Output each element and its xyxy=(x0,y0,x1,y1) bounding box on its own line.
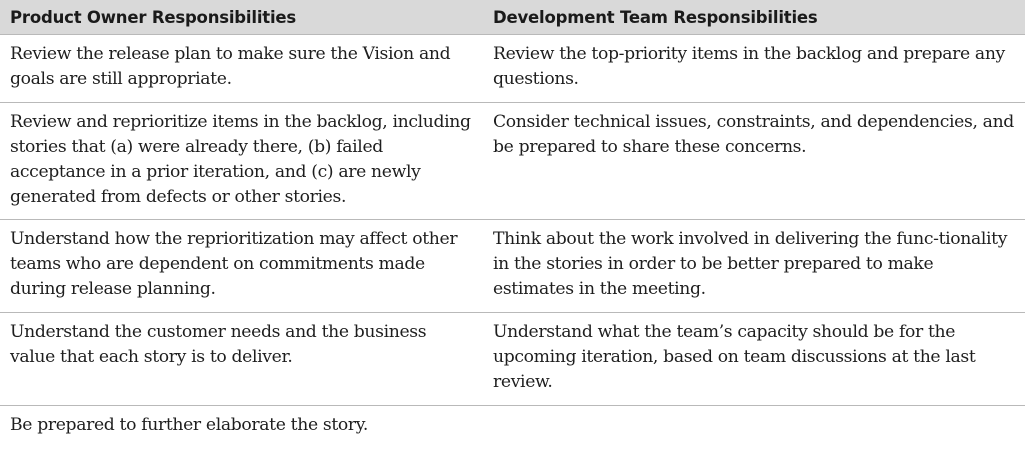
table-row: Review and reprioritize items in the bac… xyxy=(0,102,1025,220)
development-team-cell: Review the top-priority items in the bac… xyxy=(484,34,1025,103)
product-owner-cell: Review the release plan to make sure the… xyxy=(0,34,484,103)
table-row: Be prepared to further elaborate the sto… xyxy=(0,405,1025,452)
header-development-team: Development Team Responsibilities xyxy=(484,0,1025,35)
responsibilities-table: Product Owner Responsibilities Developme… xyxy=(0,0,1025,452)
product-owner-cell: Understand the customer needs and the bu… xyxy=(0,312,484,406)
table-row: Review the release plan to make sure the… xyxy=(0,34,1025,103)
table-row: Understand the customer needs and the bu… xyxy=(0,312,1025,406)
development-team-cell: Think about the work involved in deliver… xyxy=(484,219,1025,313)
product-owner-cell: Be prepared to further elaborate the sto… xyxy=(0,405,484,452)
header-row: Product Owner Responsibilities Developme… xyxy=(0,0,1025,35)
table-row: Understand how the reprioritization may … xyxy=(0,219,1025,313)
product-owner-cell: Understand how the reprioritization may … xyxy=(0,219,484,313)
development-team-cell: Consider technical issues, constraints, … xyxy=(484,102,1025,220)
table-header: Product Owner Responsibilities Developme… xyxy=(0,0,1025,35)
development-team-cell: Understand what the team’s capacity shou… xyxy=(484,312,1025,406)
development-team-cell xyxy=(484,405,1025,452)
header-product-owner: Product Owner Responsibilities xyxy=(0,0,484,35)
table-body: Review the release plan to make sure the… xyxy=(0,34,1025,452)
product-owner-cell: Review and reprioritize items in the bac… xyxy=(0,102,484,220)
